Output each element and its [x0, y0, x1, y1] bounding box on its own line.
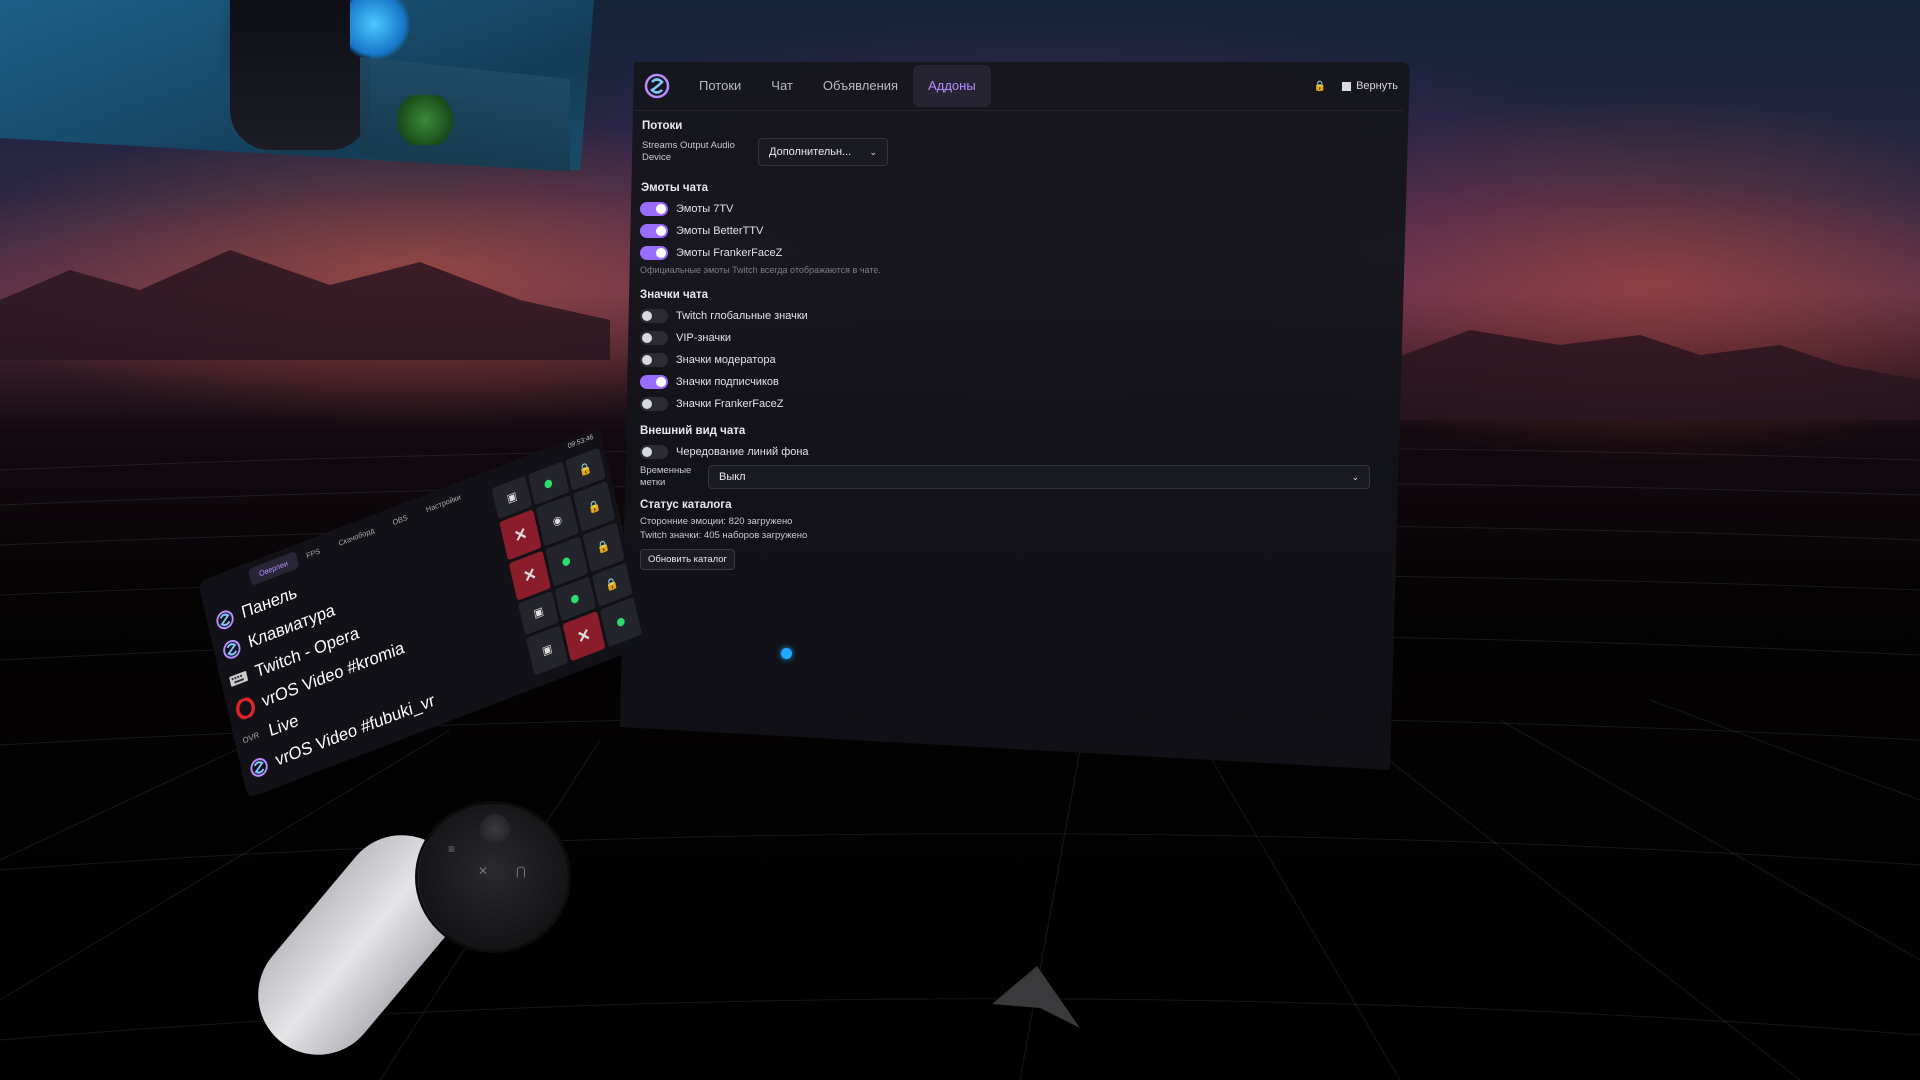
thumbstick — [480, 814, 510, 844]
emote-toggles: Эмоты 7TV Эмоты BetterTTV Эмоты FrankerF… — [640, 198, 1380, 264]
menu-tab-fps[interactable]: FPS — [295, 539, 331, 568]
audio-device-select[interactable]: Дополнительн... ⌄ — [758, 138, 888, 166]
toggle-switch[interactable] — [640, 397, 668, 411]
toggle-switch[interactable] — [640, 224, 668, 238]
timestamps-value: Выкл — [719, 471, 746, 483]
button-x-icon: ✕ — [478, 864, 489, 878]
toggle-row-7tv[interactable]: Эмоты 7TV — [640, 198, 1380, 220]
toggle-switch[interactable] — [640, 202, 668, 216]
button-y-icon: ⋂ — [516, 864, 526, 878]
streams-heading: Потоки — [642, 120, 683, 132]
toggle-row-bttv[interactable]: Эмоты BetterTTV — [640, 220, 1380, 242]
timestamps-row: Временные метки Выкл ⌄ — [640, 465, 1380, 489]
visible-toggle-icon[interactable] — [599, 596, 643, 648]
ovr-icon: OVR — [241, 730, 261, 746]
tab-announcements[interactable]: Объявления — [808, 65, 913, 107]
toggle-row-alternate-bg[interactable]: Чередование линий фона — [640, 441, 1380, 463]
toggle-switch[interactable] — [640, 353, 668, 367]
catalog-heading: Статус каталога — [640, 499, 732, 511]
toggle-label: Чередование линий фона — [676, 446, 809, 458]
app-logo-icon — [216, 610, 234, 630]
app-logo-icon — [250, 757, 268, 777]
badges-heading: Значки чата — [640, 289, 709, 301]
toggle-label: Значки FrankerFaceZ — [676, 398, 784, 410]
chevron-down-icon: ⌄ — [869, 146, 877, 157]
toggle-label: Значки модератора — [676, 354, 776, 366]
toggle-label: Значки подписчиков — [676, 376, 779, 388]
vr-scene: Потоки Чат Объявления Аддоны 🔒 Вернуть П… — [0, 0, 1920, 1080]
toggle-label: Эмоты FrankerFaceZ — [676, 247, 783, 259]
panel-topbar: Потоки Чат Объявления Аддоны 🔒 Вернуть — [634, 62, 1404, 111]
revert-label: Вернуть — [1356, 80, 1398, 92]
timestamps-select[interactable]: Выкл ⌄ — [708, 465, 1370, 489]
audio-device-label: Streams Output Audio Device — [642, 140, 735, 163]
toggle-row-twitch-global[interactable]: Twitch глобальные значки — [640, 305, 1380, 327]
audio-device-row: Streams Output Audio Device Дополнительн… — [642, 138, 1380, 166]
tab-addons[interactable]: Аддоны — [913, 65, 991, 107]
avatar-hair — [350, 0, 410, 60]
revert-icon — [1342, 81, 1352, 91]
video-screen-inset — [360, 56, 570, 172]
pointer-cursor — [781, 648, 792, 659]
toggle-row-subscriber[interactable]: Значки подписчиков — [640, 371, 1380, 393]
badge-toggles: Twitch глобальные значки VIP-значки Знач… — [640, 305, 1380, 415]
keyboard-icon — [229, 671, 248, 687]
close-icon[interactable]: ✕ — [562, 610, 606, 662]
lock-icon[interactable]: 🔒 — [1314, 81, 1326, 92]
settings-panel: Потоки Чат Объявления Аддоны 🔒 Вернуть П… — [620, 62, 1410, 770]
emotes-note: Официальные эмоты Twitch всегда отобража… — [640, 265, 881, 275]
floor-arrow-icon — [992, 966, 1080, 1028]
audio-device-value: Дополнительн... — [769, 146, 852, 158]
toggle-label: Twitch глобальные значки — [676, 310, 808, 322]
catalog-badges-status: Twitch значки: 405 наборов загружено — [640, 530, 808, 541]
toggle-row-moderator[interactable]: Значки модератора — [640, 349, 1380, 371]
refresh-row: Обновить каталог — [640, 549, 1380, 570]
video-plant — [395, 95, 455, 145]
emotes-heading: Эмоты чата — [641, 182, 709, 194]
vr-controller-face: ≡ ✕ ⋂ — [418, 804, 568, 950]
opera-icon — [236, 697, 255, 720]
appearance-heading: Внешний вид чата — [640, 425, 746, 437]
toggle-switch[interactable] — [640, 445, 668, 459]
toggle-label: Эмоты BetterTTV — [676, 225, 764, 237]
refresh-catalog-button[interactable]: Обновить каталог — [640, 549, 736, 570]
avatar-figure — [230, 0, 370, 150]
image-icon[interactable]: ▣ — [525, 624, 569, 676]
revert-button[interactable]: Вернуть — [1342, 80, 1398, 92]
toggle-switch[interactable] — [640, 331, 668, 345]
toggle-switch[interactable] — [640, 309, 668, 323]
menu-tab-obs[interactable]: OBS — [381, 505, 418, 535]
toggle-switch[interactable] — [640, 246, 668, 260]
toggle-label: VIP-значки — [676, 332, 732, 344]
menu-button-icon: ≡ — [448, 842, 456, 856]
catalog-emotes-status: Сторонние эмоции: 820 загружено — [640, 516, 793, 527]
toggle-row-ffz-badges[interactable]: Значки FrankerFaceZ — [640, 393, 1380, 415]
panel-content: Потоки Streams Output Audio Device Допол… — [640, 120, 1380, 570]
chevron-down-icon: ⌄ — [1351, 471, 1359, 482]
toggle-switch[interactable] — [640, 375, 668, 389]
app-logo-icon[interactable] — [644, 73, 670, 99]
tab-streams[interactable]: Потоки — [684, 65, 756, 107]
toggle-row-vip[interactable]: VIP-значки — [640, 327, 1380, 349]
toggle-row-ffz-emotes[interactable]: Эмоты FrankerFaceZ — [640, 242, 1380, 264]
app-logo-icon — [223, 639, 241, 659]
tab-chat[interactable]: Чат — [756, 65, 808, 107]
timestamps-label: Временные метки — [640, 465, 692, 488]
toggle-label: Эмоты 7TV — [676, 203, 734, 215]
